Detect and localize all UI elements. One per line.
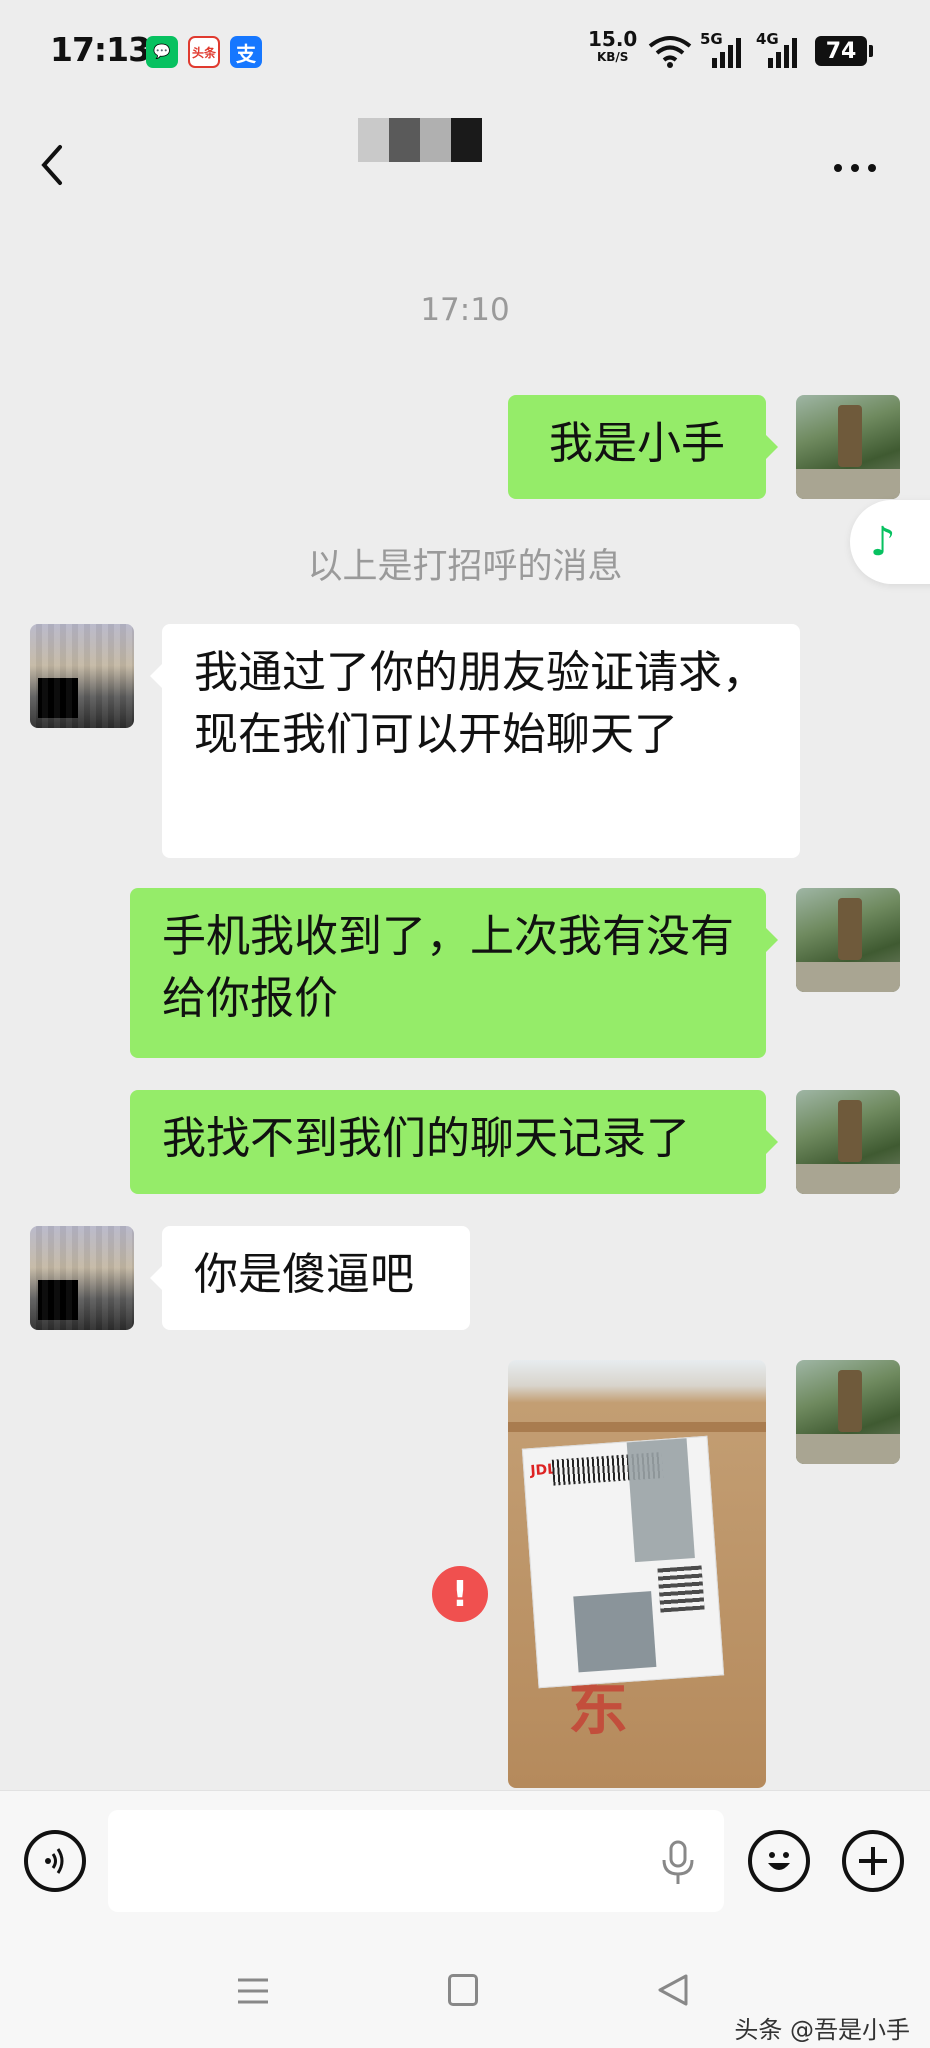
shipping-label: JDL xyxy=(521,1435,725,1689)
plus-icon xyxy=(859,1847,887,1875)
image-message-package-photo[interactable]: 快 东 JDL xyxy=(508,1360,766,1788)
back-button[interactable] xyxy=(30,135,80,195)
system-note: 以上是打招呼的消息 xyxy=(307,547,623,587)
watermark: 头条 @吾是小手 xyxy=(734,2016,910,2044)
my-avatar[interactable] xyxy=(796,395,900,499)
more-dots-icon xyxy=(834,164,876,172)
toutiao-notification-icon: 头条 xyxy=(188,36,220,68)
voice-wave-icon xyxy=(45,1848,64,1874)
menu-icon xyxy=(238,1978,268,2004)
home-button[interactable] xyxy=(448,1974,478,2006)
message-bubble-outgoing[interactable]: 手机我收到了，上次我有没有给你报价 xyxy=(130,888,778,1058)
battery-level: 74 xyxy=(825,38,857,64)
recent-apps-button[interactable] xyxy=(236,1976,270,2006)
emoji-button[interactable] xyxy=(748,1830,810,1892)
microphone-icon[interactable] xyxy=(658,1838,698,1888)
message-input[interactable] xyxy=(108,1810,724,1912)
my-avatar[interactable] xyxy=(796,888,900,992)
signal-5g-icon: 5G xyxy=(700,30,750,70)
battery-indicator: 74 xyxy=(815,36,873,66)
send-failed-icon[interactable]: ! xyxy=(432,1566,488,1622)
wechat-notification-icon: 💬 xyxy=(146,36,178,68)
message-timestamp: 17:10 xyxy=(420,292,510,328)
contact-avatar[interactable] xyxy=(30,624,134,728)
more-functions-button[interactable] xyxy=(842,1830,904,1892)
message-bubble-outgoing[interactable]: 我是小手 xyxy=(508,395,778,499)
message-bubble-outgoing[interactable]: 我找不到我们的聊天记录了 xyxy=(130,1090,778,1194)
back-chevron-icon xyxy=(41,145,62,185)
smiley-icon xyxy=(768,1852,790,1870)
signal-4g-icon: 4G xyxy=(756,30,806,70)
status-time: 17:13 xyxy=(50,30,151,69)
message-bubble-incoming[interactable]: 我通过了你的朋友验证请求，现在我们可以开始聊天了 xyxy=(150,624,800,858)
chat-title-redacted xyxy=(358,118,482,162)
system-back-button[interactable] xyxy=(656,1972,690,2008)
contact-avatar[interactable] xyxy=(30,1226,134,1330)
voice-input-button[interactable] xyxy=(24,1830,86,1892)
network-speed: 15.0 KB/S xyxy=(588,29,637,66)
message-bubble-incoming[interactable]: 你是傻逼吧 xyxy=(150,1226,470,1330)
my-avatar[interactable] xyxy=(796,1360,900,1464)
send-failed-mark: ! xyxy=(451,1573,469,1615)
wifi-icon xyxy=(648,36,692,68)
more-options-button[interactable] xyxy=(830,148,880,188)
back-triangle-icon xyxy=(658,1974,688,2006)
my-avatar[interactable] xyxy=(796,1090,900,1194)
alipay-notification-icon: 支 xyxy=(230,36,262,68)
